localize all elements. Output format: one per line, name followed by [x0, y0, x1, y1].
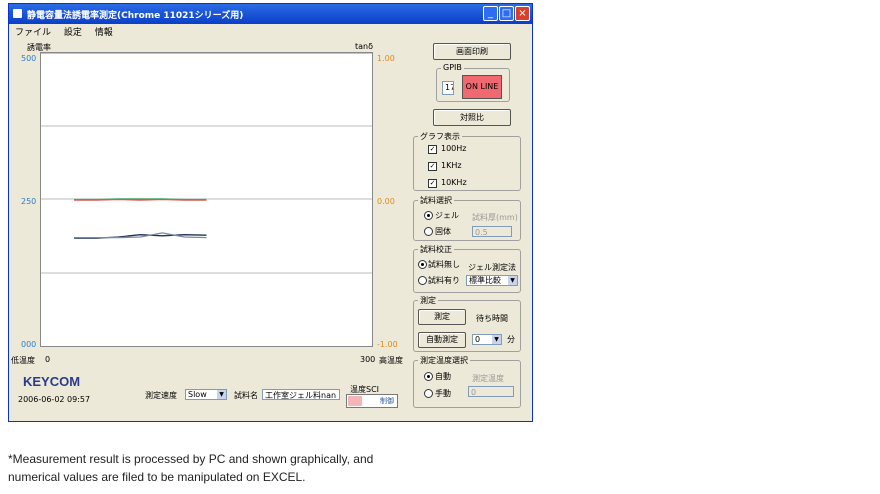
x-min-label: 0 [45, 355, 51, 364]
time-label: 09:57 [67, 395, 91, 404]
x-left-caption: 低温度 [11, 356, 35, 365]
x-right-caption: 高温度 [379, 356, 403, 365]
measurement-group: 測定 測定 待ち時間 自動測定 0 ▼ 分 [413, 295, 521, 352]
sample-calib-group: 試料校正 試料無し ジェル測定法 試料有り 標準比較 ▼ [413, 244, 521, 293]
menu-info[interactable]: 情報 [95, 28, 113, 38]
speed-label: 測定速度 [145, 391, 177, 400]
left-tick-top: 500 [21, 54, 37, 63]
radio-solid-label: 固体 [435, 227, 451, 236]
wait-time-select[interactable]: 0 ▼ [472, 334, 502, 345]
thickness-label: 試料厚(mm) [472, 213, 518, 222]
chevron-down-icon: ▼ [492, 335, 501, 344]
temp-value-label: 測定温度 [472, 374, 504, 383]
sample-select-group: 試料選択 ジェル 試料厚(mm) 固体 0.5 [413, 195, 521, 241]
radio-manual-label: 手動 [435, 389, 451, 398]
right-tick-bottom: -1.00 [377, 340, 398, 349]
title-bar[interactable]: 静電容量法誘電率測定(Chrome 11021シリーズ用) _ □ × [9, 4, 532, 24]
minimize-button[interactable]: _ [483, 6, 498, 21]
temp-select-label: 測定温度選択 [418, 355, 470, 366]
keycom-logo: KEYCOM [23, 374, 81, 389]
compare-button[interactable]: 対照比 [433, 109, 511, 126]
temp-status-value: 制御 [380, 397, 394, 405]
x-max-label: 300 [360, 355, 376, 364]
gel-method-value: 標準比較 [469, 276, 501, 285]
caption: *Measurement result is processed by PC a… [8, 450, 373, 486]
plot-svg [41, 53, 372, 274]
gpib-group: GPIB 17 ON LINE [436, 63, 510, 102]
radio-no-sample[interactable] [418, 260, 427, 269]
menu-settings[interactable]: 設定 [64, 28, 82, 38]
speed-value: Slow [188, 390, 207, 399]
gpib-label: GPIB [441, 63, 464, 72]
date-label: 2006-06-02 [18, 395, 65, 404]
online-button[interactable]: ON LINE [462, 75, 502, 99]
sample-name-field[interactable]: 工作室ジェル料nan [262, 389, 340, 400]
label-10khz: 10KHz [441, 178, 467, 187]
auto-measure-button[interactable]: 自動測定 [418, 332, 466, 348]
gpib-address-field[interactable]: 17 [442, 81, 454, 95]
close-button[interactable]: × [515, 6, 530, 21]
wait-unit-label: 分 [507, 335, 515, 344]
measurement-label: 測定 [418, 295, 438, 306]
chevron-down-icon: ▼ [508, 276, 517, 285]
maximize-button[interactable]: □ [499, 6, 514, 21]
left-tick-bottom: 000 [21, 340, 37, 349]
speed-select[interactable]: Slow ▼ [185, 389, 227, 400]
right-axis-label: tanδ [355, 42, 374, 51]
caption-line-1: *Measurement result is processed by PC a… [8, 452, 374, 466]
print-screen-button[interactable]: 画面印刷 [433, 43, 511, 60]
checkbox-100hz[interactable]: ✓ [428, 145, 437, 154]
thickness-field[interactable]: 0.5 [472, 226, 512, 237]
radio-gel-label: ジェル [435, 211, 459, 220]
checkbox-10khz[interactable]: ✓ [428, 179, 437, 188]
checkbox-1khz[interactable]: ✓ [428, 162, 437, 171]
label-100hz: 100Hz [441, 144, 467, 153]
gel-method-label: ジェル測定法 [468, 263, 516, 272]
radio-manual[interactable] [424, 389, 433, 398]
graph-display-label: グラフ表示 [418, 131, 462, 142]
graph-display-group: グラフ表示 ✓ 100Hz ✓ 1KHz ✓ 10KHz [413, 131, 521, 191]
menu-bar: ファイル 設定 情報 [9, 25, 117, 39]
radio-auto-label: 自動 [435, 372, 451, 381]
application-window: 静電容量法誘電率測定(Chrome 11021シリーズ用) _ □ × ファイル… [8, 3, 533, 422]
sample-name-label: 試料名 [234, 391, 258, 400]
chevron-down-icon: ▼ [217, 390, 226, 399]
temp-value-field[interactable]: 0 [468, 386, 514, 397]
radio-gel[interactable] [424, 211, 433, 220]
sample-select-label: 試料選択 [418, 195, 454, 206]
plot-area [40, 52, 373, 347]
sample-calib-label: 試料校正 [418, 244, 454, 255]
radio-solid[interactable] [424, 227, 433, 236]
radio-with-sample-label: 試料有り [428, 276, 460, 285]
radio-with-sample[interactable] [418, 276, 427, 285]
measure-button[interactable]: 測定 [418, 309, 466, 325]
wait-time-value: 0 [475, 335, 481, 344]
caption-line-2: numerical values are filed to be manipul… [8, 470, 306, 484]
menu-file[interactable]: ファイル [15, 28, 51, 38]
temp-status-indicator: 制御 [346, 394, 398, 408]
window-title: 静電容量法誘電率測定(Chrome 11021シリーズ用) [27, 11, 244, 21]
label-1khz: 1KHz [441, 161, 462, 170]
gel-method-select[interactable]: 標準比較 ▼ [466, 275, 518, 286]
app-icon [13, 9, 22, 18]
left-tick-mid: 250 [21, 197, 37, 206]
radio-auto[interactable] [424, 372, 433, 381]
temp-select-group: 測定温度選択 自動 測定温度 手動 0 [413, 355, 521, 408]
radio-no-sample-label: 試料無し [428, 260, 460, 269]
series-line-2 [74, 198, 207, 201]
right-tick-mid: 0.00 [377, 197, 395, 206]
temp-status-swatch [348, 396, 362, 406]
wait-time-label: 待ち時間 [476, 314, 508, 323]
right-tick-top: 1.00 [377, 54, 395, 63]
